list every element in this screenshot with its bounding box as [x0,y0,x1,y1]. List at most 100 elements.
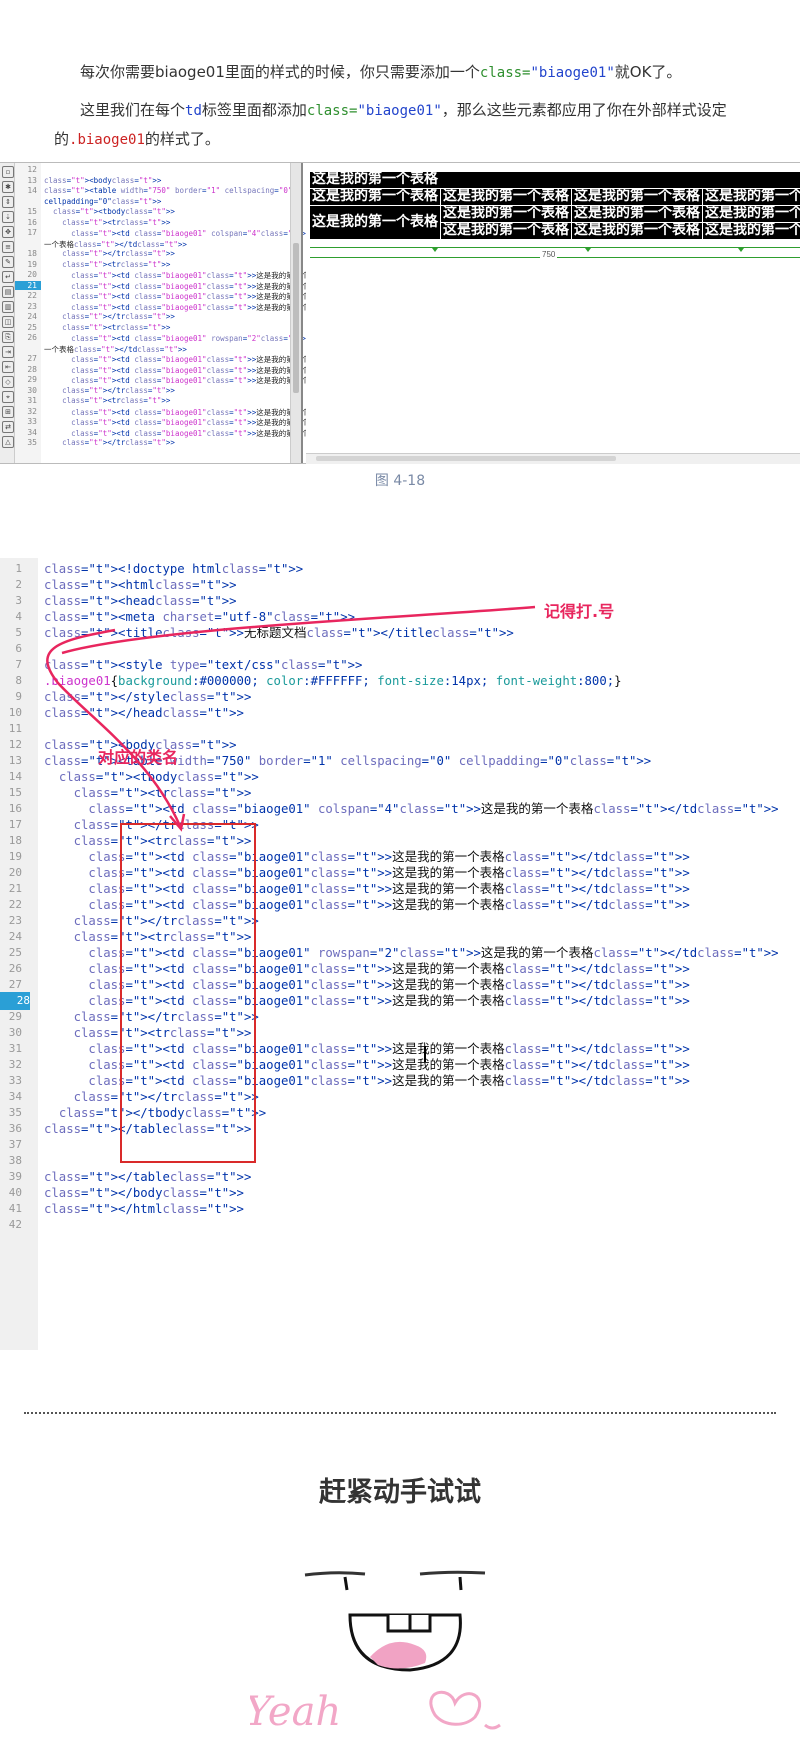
line-number: 26 [27,333,37,342]
preview-cell[interactable]: 这是我的第一个表格 [441,206,571,222]
outdent-icon[interactable]: ⇤ [2,361,14,373]
code-line: class="t"></trclass="t">> [62,385,175,395]
code-line: 一个表格class="t"></tdclass="t">> [44,344,187,354]
p2-code-td: td [185,103,202,119]
line-number: 14 [27,186,37,195]
intro-paragraph-2: 这里我们在每个td标签里面都添加class="biaoge01"，那么这些元素都… [54,96,754,154]
line-number: 15 [27,207,37,216]
expand-icon[interactable]: ⇣ [2,211,14,223]
preview-cell[interactable]: 这是我的第一个表格 [703,189,800,205]
line-number: 16 [27,217,37,227]
indent-icon[interactable]: ⇥ [2,346,14,358]
balance-icon[interactable]: ⌖ [2,391,14,403]
preview-cell[interactable]: 这是我的第一个表格 [310,189,440,205]
preview-cell[interactable]: 这是我的第一个表格 [310,172,800,188]
preview-cell[interactable]: 这是我的第一个表格 [703,206,800,222]
code-listing-screenshot: 1 2 3 4 5 6 7 8 9 10 11 12 13 14 15 16 17 18 19 20 21 22 23 24 2… [0,558,800,1350]
editor-toolbar: ▫ ✱ ⇕ ⇣ ✥ ≡ ✎ ↵ ▤ ▥ ◫ ⎘ ⇥ ⇤ ◇ ⌖ ⊞ ⇄ △ [0,163,15,463]
line-number: 23 [27,301,37,311]
line-number: 27 [27,354,37,363]
ruler-marker [738,248,744,252]
intro-paragraph-1: 每次你需要biaoge01里面的样式的时候，你只需要添加一个class="bia… [0,58,800,87]
preview-cell[interactable]: 这是我的第一个表格 [310,206,440,239]
collapse-icon[interactable]: ⇕ [2,196,14,208]
line-number-gutter: 12 13 14 15 16 17 18 19 20 21 22 23 24 25 26 27 28 29 30 31… [15,163,41,463]
code-line: class="t"></trclass="t">> [62,249,175,258]
code-line: class="t"><trclass="t">> [62,396,171,405]
file-icon[interactable]: ▫ [2,166,14,178]
code-line: 一个表格class="t"></tdclass="t">> [44,239,187,249]
annotation-remember-dot: 记得打.号 [544,602,615,621]
code-line: class="t"><trclass="t">> [62,217,171,227]
code-line: class="t"><trclass="t">> [62,259,171,269]
snippet-icon[interactable]: ◫ [2,316,14,328]
line-number: 34 [27,427,37,437]
line-number: 20 [27,270,37,279]
p2-text-a: 这里我们在每个 [80,101,186,119]
line-number: 18 [27,249,37,258]
format-icon[interactable]: ⎘ [2,331,14,343]
preview-cell[interactable]: 这是我的第一个表格 [572,189,702,205]
preview-table: 这是我的第一个表格 这是我的第一个表格 这是我的第一个表格 这是我的第一个表格 这是我… [309,171,800,240]
line-number: 33 [27,417,37,426]
line-number: 35 [27,438,37,447]
move-icon[interactable]: ⇄ [2,421,14,433]
code-line: class="t"></trclass="t">> [62,438,175,447]
preview-cell[interactable]: 这是我的第一个表格 [572,206,702,222]
highlight-icon[interactable]: ✎ [2,256,14,268]
dotted-separator [24,1412,776,1414]
preview-cell[interactable]: 这是我的第一个表格 [441,189,571,205]
annotation-class-name: 对应的类名 [98,748,179,767]
arrow-to-class [46,628,182,827]
preview-scrollbar[interactable] [306,453,800,464]
ruler-line [310,247,800,248]
code-view[interactable]: class="t"><bodyclass="t">> class="t"><tab… [44,163,437,463]
uncomment-icon[interactable]: ▥ [2,301,14,313]
p2-text-c: ，那么这些元素都应用了你在外部样 [441,101,682,119]
editor-split-screenshot: ▫ ✱ ⇕ ⇣ ✥ ≡ ✎ ↵ ▤ ▥ ◫ ⎘ ⇥ ⇤ ◇ ⌖ ⊞ ⇄ △ 12… [0,162,800,464]
preview-cell[interactable]: 这是我的第一个表格 [572,223,702,239]
smiley-doodle: Yeah [250,1570,501,1735]
line-number: 29 [27,375,37,384]
warning-icon[interactable]: △ [2,436,14,448]
select-icon[interactable]: ✥ [2,226,14,238]
tag-icon[interactable]: ◇ [2,376,14,388]
p2-text-b: 标签里面都添加 [201,101,307,119]
scrollbar-thumb[interactable] [293,243,299,393]
code-line: cellpadding="0"class="t">> [44,196,162,206]
line-number: 22 [27,291,37,300]
code-line: class="t"><bodyclass="t">> [44,175,162,185]
wrap-icon[interactable]: ↵ [2,271,14,283]
split-divider[interactable] [301,163,303,463]
apply-icon[interactable]: ⊞ [2,406,14,418]
p2-code-value: "biaoge01" [357,103,442,119]
preview-cell[interactable]: 这是我的第一个表格 [441,223,571,239]
code-line: class="t"><table width="750" border="1" … [44,186,293,195]
doodle-text: Yeah [250,1689,341,1735]
p1-code-attr: class= [479,65,531,81]
line-number: 25 [27,322,37,332]
code-line: class="t"></trclass="t">> [62,312,175,321]
line-numbers-icon[interactable]: ≡ [2,241,14,253]
line-number: 24 [27,312,37,321]
scrollbar-thumb[interactable] [316,456,616,461]
line-number: 21 [15,280,41,290]
ruler-width-label: 750 [540,250,558,259]
comment-icon[interactable]: ▤ [2,286,14,298]
p2-text-e: 的样式了。 [144,130,220,148]
line-number: 32 [27,406,37,416]
line-number: 28 [27,364,37,374]
p1-code-value: "biaoge01" [530,65,615,81]
asterisk-icon[interactable]: ✱ [2,181,14,193]
line-number: 31 [27,396,37,405]
line-number: 13 [27,175,37,185]
annotation-arrows [46,605,536,832]
design-preview: 这是我的第一个表格 这是我的第一个表格 这是我的第一个表格 这是我的第一个表格 这是我… [306,163,800,464]
code-line: class="t"><tbodyclass="t">> [53,207,175,216]
preview-cell[interactable]: 这是我的第一个表格 [703,223,800,239]
arrow-to-dot [61,605,536,655]
p1-text-a: 每次你需要biaoge01里面的样式的时候，你只需要添加一个 [80,63,480,81]
try-it-heading: 赶紧动手试试 [319,1477,481,1508]
line-number: 19 [27,259,37,269]
line-number: 12 [27,165,37,174]
